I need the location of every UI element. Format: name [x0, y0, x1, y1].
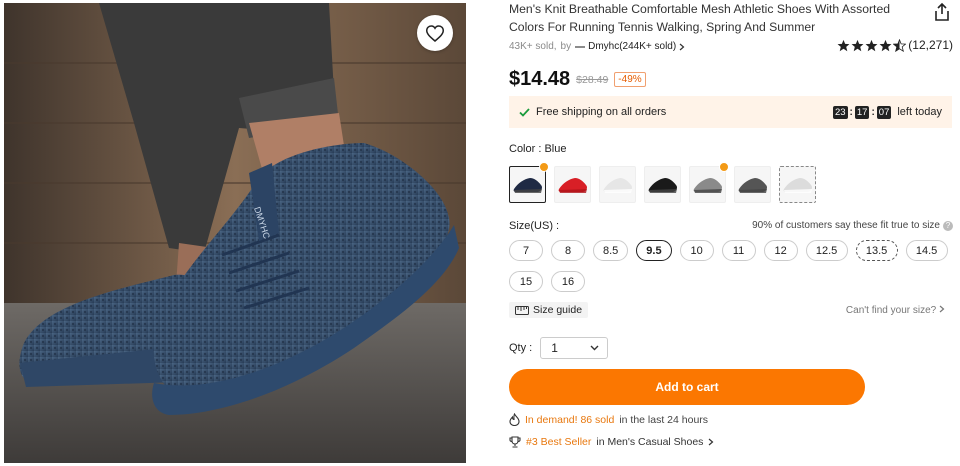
- discount-badge: -49%: [614, 72, 646, 87]
- shoe-thumbnail-icon: [783, 177, 812, 193]
- qty-value: 1: [551, 341, 558, 355]
- size-label: Size(US) :: [509, 220, 560, 232]
- size-option[interactable]: 10: [679, 240, 714, 261]
- color-swatch-navy[interactable]: [509, 162, 549, 203]
- sales-meta: 43K+ sold, by Dmyhc(244K+ sold): [509, 41, 685, 52]
- color-swatch-grey[interactable]: [689, 162, 729, 203]
- shoe-thumbnail-icon: [603, 177, 632, 193]
- product-info: Men's Knit Breathable Comfortable Mesh A…: [509, 0, 953, 466]
- rating[interactable]: (12,271): [837, 38, 953, 52]
- color-label: Color : Blue: [509, 143, 567, 155]
- chevron-right-icon: [679, 43, 685, 50]
- shoe-thumbnail-icon: [513, 177, 542, 193]
- share-icon: [935, 2, 949, 21]
- countdown-separator: :: [849, 106, 853, 118]
- size-option[interactable]: 8.5: [593, 240, 629, 261]
- best-seller-link[interactable]: #3 Best Seller in Men's Casual Shoes: [509, 436, 714, 448]
- rating-count: (12,271): [908, 38, 953, 52]
- color-swatch-light[interactable]: [779, 166, 816, 203]
- size-guide-button[interactable]: Size guide: [509, 302, 589, 318]
- shipping-text: Free shipping on all orders: [536, 106, 667, 118]
- favorite-button[interactable]: [417, 15, 453, 51]
- size-option[interactable]: 7: [509, 240, 543, 261]
- chevron-down-icon: [590, 345, 599, 351]
- size-option[interactable]: 12: [763, 240, 798, 261]
- price-row: $14.48 $28.49 -49%: [509, 68, 646, 91]
- color-swatch-dark-grey[interactable]: [734, 166, 771, 203]
- shoe-thumbnail-icon: [558, 177, 587, 193]
- hot-badge-icon: [719, 162, 729, 172]
- size-option[interactable]: 11: [721, 240, 756, 261]
- ruler-icon: [515, 305, 529, 315]
- size-option[interactable]: 16: [551, 271, 585, 292]
- countdown-separator: :: [871, 106, 875, 118]
- quantity-row: Qty : 1: [509, 337, 609, 359]
- color-swatch-red[interactable]: [554, 166, 591, 203]
- size-guide-label: Size guide: [533, 304, 583, 316]
- qty-label: Qty :: [509, 342, 533, 354]
- store-name: Dmyhc(244K+ sold): [588, 41, 677, 52]
- color-swatch-black[interactable]: [644, 166, 681, 203]
- size-option[interactable]: 12.5: [805, 240, 848, 261]
- color-swatches: [509, 162, 816, 203]
- size-option[interactable]: 13.5: [855, 240, 898, 261]
- current-price: $14.48: [509, 68, 571, 90]
- star-icon: [851, 39, 864, 51]
- size-option[interactable]: 15: [509, 271, 543, 292]
- demand-highlight: In demand! 86 sold: [525, 413, 615, 426]
- by-label: by: [560, 41, 572, 52]
- store-link[interactable]: Dmyhc(244K+ sold): [575, 41, 685, 52]
- heart-icon: [426, 24, 444, 42]
- product-photo: DMYHC: [4, 3, 466, 463]
- hot-badge-icon: [539, 162, 549, 172]
- countdown-seconds: 07: [876, 105, 892, 119]
- size-option[interactable]: 8: [551, 240, 585, 261]
- add-to-cart-button[interactable]: Add to cart: [509, 369, 865, 405]
- shoe-thumbnail-icon: [738, 177, 767, 193]
- size-options: 7 8 8.5 9.5 10 11 12 12.5 13.5 14.5 15 16: [509, 240, 953, 292]
- shoe-thumbnail-icon: [648, 177, 677, 193]
- product-image[interactable]: DMYHC: [4, 3, 466, 463]
- best-seller-rank: #3 Best Seller: [526, 436, 592, 448]
- half-star-icon: [893, 38, 907, 52]
- check-icon: [519, 107, 530, 117]
- chevron-right-icon: [939, 305, 945, 312]
- shipping-banner: Free shipping on all orders 23 : 17 : 07…: [509, 96, 952, 128]
- chevron-right-icon: [709, 438, 714, 446]
- countdown-suffix: left today: [897, 106, 942, 118]
- best-seller-category: in Men's Casual Shoes: [596, 436, 704, 448]
- star-icon: [865, 39, 878, 51]
- store-logo-icon: [575, 45, 586, 48]
- fit-note-text: 90% of customers say these fit true to s…: [752, 220, 940, 231]
- rating-stars: [837, 38, 907, 52]
- shoe-thumbnail-icon: [693, 177, 722, 193]
- share-button[interactable]: [933, 2, 953, 22]
- countdown-hours: 23: [832, 105, 848, 119]
- product-title: Men's Knit Breathable Comfortable Mesh A…: [509, 2, 891, 34]
- star-icon: [837, 39, 850, 51]
- size-option[interactable]: 14.5: [905, 240, 948, 261]
- demand-suffix: in the last 24 hours: [619, 413, 709, 426]
- flame-icon: [509, 413, 520, 426]
- help-icon[interactable]: ?: [943, 220, 953, 231]
- cant-find-size-label: Can't find your size?: [845, 304, 937, 316]
- size-option[interactable]: 9.5: [636, 240, 672, 261]
- fit-note: 90% of customers say these fit true to s…: [752, 220, 953, 231]
- cant-find-size-link[interactable]: Can't find your size?: [846, 305, 945, 316]
- trophy-icon: [509, 436, 521, 448]
- countdown-timer: 23 : 17 : 07 left today: [832, 105, 942, 119]
- demand-note: In demand! 86 sold in the last 24 hours: [509, 413, 708, 426]
- sold-count: 43K+ sold,: [509, 41, 557, 52]
- color-swatch-white[interactable]: [599, 166, 636, 203]
- original-price: $28.49: [576, 73, 609, 86]
- countdown-minutes: 17: [854, 105, 870, 119]
- quantity-select[interactable]: 1: [540, 337, 609, 359]
- star-icon: [879, 39, 892, 51]
- size-guide-row: Size guide Can't find your size?: [509, 302, 945, 318]
